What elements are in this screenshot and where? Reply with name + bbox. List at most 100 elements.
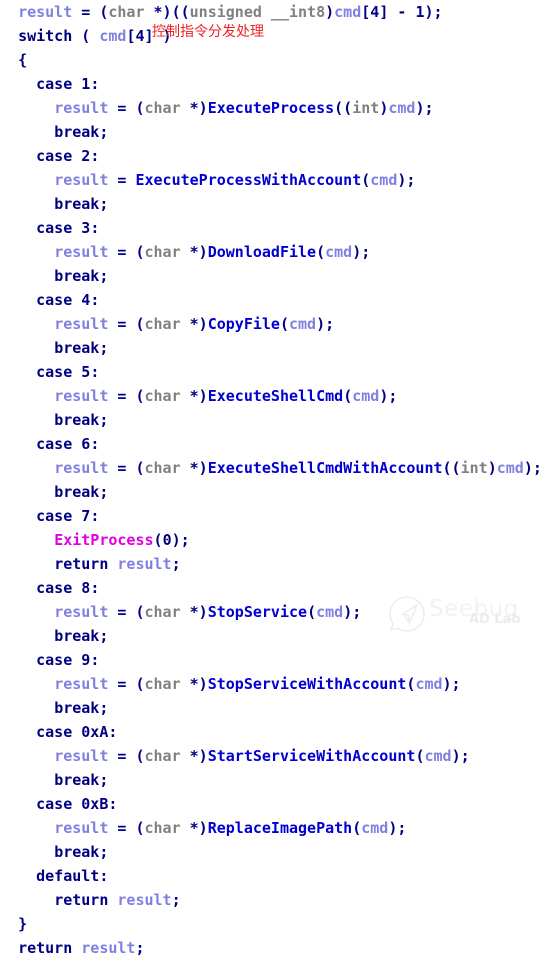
code-line[interactable]: break; <box>0 480 543 504</box>
variable-token[interactable]: result <box>54 459 108 477</box>
punctuation-token <box>72 219 81 237</box>
variable-token[interactable]: cmd <box>99 27 126 45</box>
code-line[interactable]: ExitProcess(0); <box>0 528 543 552</box>
function-name-token[interactable]: ExecuteShellCmdWithAccount <box>208 459 443 477</box>
variable-token[interactable]: cmd <box>370 171 397 189</box>
punctuation-token: ); <box>343 603 362 621</box>
variable-token[interactable]: result <box>18 3 72 21</box>
punctuation-token: *) <box>180 675 208 693</box>
variable-token[interactable]: cmd <box>415 675 442 693</box>
code-line[interactable]: case 8: <box>0 576 543 600</box>
variable-token[interactable]: cmd <box>352 387 379 405</box>
variable-token[interactable]: result <box>117 891 171 909</box>
variable-token[interactable]: cmd <box>289 315 316 333</box>
punctuation-token: (( <box>442 459 461 477</box>
type-token: char <box>108 3 145 21</box>
code-line[interactable]: result = (char *)ReplaceImagePath(cmd); <box>0 816 543 840</box>
code-line[interactable]: break; <box>0 336 543 360</box>
code-line[interactable]: break; <box>0 696 543 720</box>
variable-token[interactable]: result <box>54 99 108 117</box>
code-line[interactable]: case 9: <box>0 648 543 672</box>
code-line[interactable]: case 0xB: <box>0 792 543 816</box>
keyword-token: case <box>36 507 73 525</box>
code-line[interactable]: break; <box>0 840 543 864</box>
variable-token[interactable]: result <box>117 555 171 573</box>
number-token: 0xA <box>81 723 109 741</box>
variable-token[interactable]: result <box>54 819 108 837</box>
code-line[interactable]: return result; <box>0 888 543 912</box>
punctuation-token: ( <box>279 315 289 333</box>
code-line-list[interactable]: result = (char *)((unsigned __int8)cmd[4… <box>0 0 543 960</box>
variable-token[interactable]: cmd <box>316 603 343 621</box>
code-line[interactable]: case 0xA: <box>0 720 543 744</box>
code-line[interactable]: { <box>0 48 543 72</box>
variable-token[interactable]: result <box>54 387 108 405</box>
pseudocode-view[interactable]: result = (char *)((unsigned __int8)cmd[4… <box>0 0 543 957</box>
code-line[interactable]: break; <box>0 768 543 792</box>
code-line[interactable]: case 6: <box>0 432 543 456</box>
code-line[interactable]: case 1: <box>0 72 543 96</box>
code-line[interactable]: result = (char *)StartServiceWithAccount… <box>0 744 543 768</box>
code-line[interactable]: case 3: <box>0 216 543 240</box>
variable-token[interactable]: result <box>54 603 108 621</box>
type-token: char <box>144 243 181 261</box>
punctuation-token: ( <box>406 675 416 693</box>
code-line[interactable]: result = (char *)ExecuteProcess((int)cmd… <box>0 96 543 120</box>
code-line[interactable]: default: <box>0 864 543 888</box>
code-line[interactable]: result = ExecuteProcessWithAccount(cmd); <box>0 168 543 192</box>
variable-token[interactable]: result <box>81 939 135 957</box>
code-line[interactable]: return result; <box>0 936 543 960</box>
number-token: 0 <box>162 531 172 549</box>
variable-token[interactable]: result <box>54 747 108 765</box>
punctuation-token: ); <box>388 819 407 837</box>
function-name-token[interactable]: DownloadFile <box>208 243 316 261</box>
variable-token[interactable]: cmd <box>325 243 352 261</box>
code-line[interactable]: result = (char *)DownloadFile(cmd); <box>0 240 543 264</box>
code-line[interactable]: result = (char *)StopServiceWithAccount(… <box>0 672 543 696</box>
variable-token[interactable]: result <box>54 675 108 693</box>
variable-token[interactable]: cmd <box>424 747 451 765</box>
variable-token[interactable]: result <box>54 171 108 189</box>
function-name-token[interactable]: ExecuteProcessWithAccount <box>135 171 361 189</box>
api-function-token[interactable]: ExitProcess <box>54 531 153 549</box>
variable-token[interactable]: result <box>54 243 108 261</box>
variable-token[interactable]: cmd <box>497 459 524 477</box>
code-line[interactable]: } <box>0 912 543 936</box>
function-name-token[interactable]: CopyFile <box>208 315 280 333</box>
code-line[interactable]: break; <box>0 408 543 432</box>
code-line[interactable]: result = (char *)CopyFile(cmd); <box>0 312 543 336</box>
code-line[interactable]: case 4: <box>0 288 543 312</box>
function-name-token[interactable]: ReplaceImagePath <box>208 819 353 837</box>
variable-token[interactable]: cmd <box>334 3 361 21</box>
code-line[interactable]: result = (char *)StopService(cmd); <box>0 600 543 624</box>
code-line[interactable]: break; <box>0 192 543 216</box>
function-name-token[interactable]: ExecuteShellCmd <box>208 387 343 405</box>
code-line[interactable]: break; <box>0 264 543 288</box>
function-name-token[interactable]: ExecuteProcess <box>208 99 334 117</box>
keyword-token: break <box>54 627 100 645</box>
punctuation-token <box>72 363 81 381</box>
code-line[interactable]: break; <box>0 120 543 144</box>
variable-token[interactable]: cmd <box>361 819 388 837</box>
punctuation-token: : <box>90 75 100 93</box>
code-line[interactable]: case 7: <box>0 504 543 528</box>
code-line[interactable]: result = (char *)((unsigned __int8)cmd[4… <box>0 0 543 24</box>
code-line[interactable]: result = (char *)ExecuteShellCmd(cmd); <box>0 384 543 408</box>
function-name-token[interactable]: StopServiceWithAccount <box>208 675 407 693</box>
code-line[interactable]: case 2: <box>0 144 543 168</box>
variable-token[interactable]: result <box>54 315 108 333</box>
code-line[interactable]: return result; <box>0 552 543 576</box>
code-line[interactable]: switch ( cmd[4] ) <box>0 24 543 48</box>
code-line[interactable]: break; <box>0 624 543 648</box>
function-name-token[interactable]: StopService <box>208 603 307 621</box>
punctuation-token: ); <box>397 171 416 189</box>
variable-token[interactable]: cmd <box>388 99 415 117</box>
punctuation-token: ); <box>352 243 371 261</box>
code-line[interactable]: result = (char *)ExecuteShellCmdWithAcco… <box>0 456 543 480</box>
code-line[interactable]: case 5: <box>0 360 543 384</box>
type-token: char <box>144 99 181 117</box>
function-name-token[interactable]: StartServiceWithAccount <box>208 747 416 765</box>
